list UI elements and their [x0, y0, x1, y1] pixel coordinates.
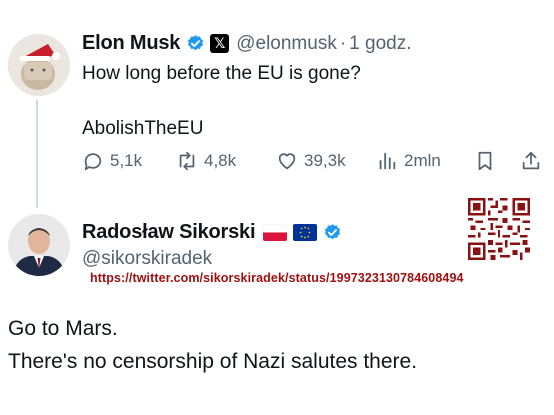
poland-flag-icon [263, 224, 288, 241]
avatar-image [8, 34, 70, 96]
repost-icon [179, 151, 195, 171]
repost-count: 4,8k [204, 151, 237, 170]
reply-button[interactable]: 5,1k [82, 150, 142, 172]
author-handle[interactable]: @sikorskiradek [82, 248, 212, 270]
bookmark-button[interactable] [474, 150, 502, 172]
verified-badge-icon [325, 224, 341, 240]
sikorski-avatar[interactable] [8, 214, 70, 276]
views-count: 2mln [404, 151, 441, 170]
share-icon [522, 151, 540, 170]
share-button[interactable] [520, 150, 548, 172]
separator-dot: · [339, 32, 347, 54]
reply-count: 5,1k [110, 151, 143, 170]
views-button[interactable]: 2mln [376, 150, 441, 172]
views-icon [379, 152, 396, 170]
tweet-text-line2: AbolishTheEU [82, 118, 204, 139]
heart-icon [278, 153, 296, 170]
author-handle[interactable]: @elonmusk [236, 33, 337, 55]
repost-button[interactable]: 4,8k [176, 150, 236, 172]
eu-flag-icon [293, 224, 318, 241]
reply-text-line2: There's no censorship of Nazi salutes th… [8, 350, 418, 373]
status-url-link[interactable]: https://twitter.com/sikorskiradek/status… [90, 271, 464, 285]
bookmark-icon [478, 151, 492, 171]
tweet-action-bar: 5,1k 4,8k 39,3k 2mln [80, 150, 545, 178]
reply-icon [84, 153, 102, 171]
elon-avatar[interactable] [8, 34, 70, 96]
verified-badge-icon [188, 35, 204, 51]
avatar-image [8, 214, 70, 276]
like-button[interactable]: 39,3k [276, 150, 346, 172]
post-time[interactable]: 1 godz. [349, 33, 411, 55]
author-name[interactable]: Radosław Sikorski [82, 221, 256, 244]
reply-text-line1: Go to Mars. [8, 317, 118, 340]
x-logo-icon: 𝕏 [210, 34, 230, 53]
tweet-text-line1: How long before the EU is gone? [82, 63, 361, 84]
like-count: 39,3k [304, 151, 346, 170]
sikorski-header: Radosław Sikorski [82, 221, 342, 244]
thread-connector-line [36, 100, 38, 208]
qr-code-icon [468, 198, 530, 260]
author-name[interactable]: Elon Musk [82, 32, 180, 55]
elon-header: Elon Musk 𝕏 @elonmusk · 1 godz. [82, 32, 411, 55]
